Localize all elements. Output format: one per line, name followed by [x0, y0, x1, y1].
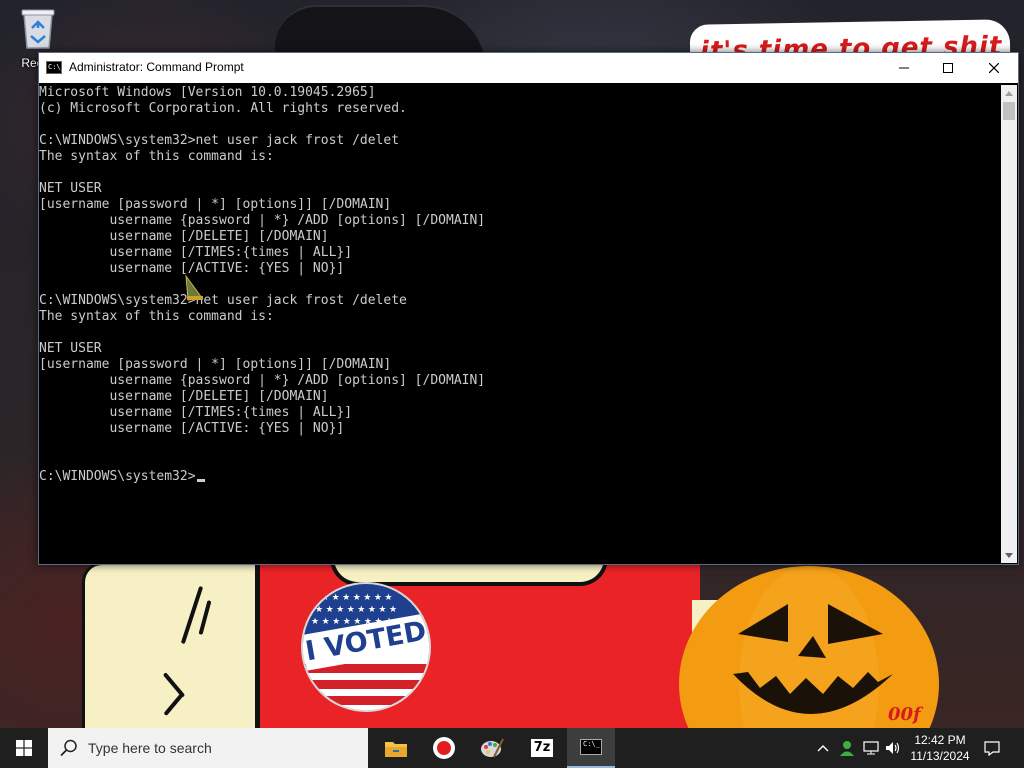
scrollbar-thumb[interactable]	[1003, 102, 1015, 120]
notifications-button[interactable]	[980, 728, 1004, 768]
taskbar-screen-recorder[interactable]	[420, 728, 468, 768]
minimize-icon	[899, 67, 909, 69]
scribble-text: 00f	[888, 704, 921, 725]
taskbar-search-box[interactable]: Type here to search	[48, 728, 368, 768]
chevron-down-icon	[1005, 552, 1013, 558]
close-icon	[989, 63, 999, 73]
search-icon	[60, 739, 77, 757]
maximize-button[interactable]	[925, 53, 971, 83]
console-line: username [/TIMES:{times | ALL}]	[39, 245, 353, 260]
sticker-stripe	[303, 680, 429, 689]
console-line: C:\WINDOWS\system32>net user jack frost …	[39, 133, 400, 148]
taskbar-7zip[interactable]: 7z	[518, 728, 566, 768]
console-line: The syntax of this command is:	[39, 149, 274, 164]
console-line: username {password | *} /ADD [options] […	[39, 373, 486, 388]
taskbar: Type here to search 7z C:\_ 12:42 PM 11/…	[0, 728, 1024, 768]
vertical-scrollbar[interactable]	[1001, 85, 1017, 563]
taskbar-file-explorer[interactable]	[372, 728, 420, 768]
console-line: username [/TIMES:{times | ALL}]	[39, 405, 353, 420]
taskbar-command-prompt[interactable]: C:\_	[567, 728, 615, 768]
network-icon	[863, 741, 879, 755]
console-line: [username [password | *] [options]] [/DO…	[39, 357, 392, 372]
clock-time: 12:42 PM	[914, 733, 966, 747]
chevron-up-icon	[1005, 90, 1013, 96]
chevron-up-icon	[817, 745, 829, 752]
command-prompt-icon: C:\_	[580, 739, 602, 755]
console-line: NET USER	[39, 341, 102, 356]
text-cursor	[196, 479, 205, 482]
console-line: username [/ACTIVE: {YES | NO}]	[39, 421, 345, 436]
search-placeholder: Type here to search	[88, 740, 212, 756]
clock-date: 11/13/2024	[910, 749, 970, 763]
show-hidden-icons-button[interactable]	[812, 728, 834, 768]
console-line: (c) Microsoft Corporation. All rights re…	[39, 101, 407, 116]
console-line: username [/DELETE] [/DOMAIN]	[39, 229, 329, 244]
maximize-icon	[943, 63, 953, 73]
command-prompt-icon[interactable]: C:\_	[46, 61, 65, 74]
console-line: NET USER	[39, 181, 102, 196]
command-prompt-window[interactable]: C:\_ Administrator: Command Prompt Micro…	[38, 52, 1019, 565]
console-line: username {password | *} /ADD [options] […	[39, 213, 486, 228]
taskbar-clock[interactable]: 12:42 PM 11/13/2024	[900, 732, 980, 764]
scroll-up-button[interactable]	[1001, 85, 1017, 101]
window-title: Administrator: Command Prompt	[69, 60, 244, 74]
taskbar-paint[interactable]	[468, 728, 516, 768]
i-voted-sticker: ★ ★ ★ ★ ★ ★ ★ ★ ★ ★ ★ ★ ★ ★ ★ ★ ★ ★ ★ ★ …	[301, 582, 431, 712]
file-explorer-icon	[385, 742, 407, 757]
minimize-button[interactable]	[881, 53, 927, 83]
screen-recorder-icon	[433, 737, 455, 759]
user-status-icon	[840, 741, 854, 756]
console-line: username [/DELETE] [/DOMAIN]	[39, 389, 329, 404]
mouse-cursor-icon	[185, 274, 203, 301]
console-line: Microsoft Windows [Version 10.0.19045.29…	[39, 85, 376, 100]
tray-network-button[interactable]	[860, 728, 882, 768]
recycle-bin-icon	[21, 9, 55, 49]
figure-arm-left	[82, 562, 275, 728]
window-titlebar[interactable]: C:\_ Administrator: Command Prompt	[39, 53, 1018, 83]
notification-icon	[984, 740, 1000, 756]
7zip-icon: 7z	[531, 739, 553, 757]
console-line: The syntax of this command is:	[39, 309, 274, 324]
console-output[interactable]: Microsoft Windows [Version 10.0.19045.29…	[39, 85, 1001, 563]
scroll-down-button[interactable]	[1001, 547, 1017, 563]
tray-user-icon-button[interactable]	[836, 728, 858, 768]
console-line: [username [password | *] [options]] [/DO…	[39, 197, 392, 212]
volume-icon	[886, 742, 900, 754]
windows-logo-icon	[16, 740, 32, 756]
paint-icon	[481, 738, 504, 758]
console-line: C:\WINDOWS\system32>	[39, 469, 1001, 485]
close-button[interactable]	[971, 53, 1017, 83]
start-button[interactable]	[0, 728, 48, 768]
sticker-stripe	[303, 696, 429, 705]
